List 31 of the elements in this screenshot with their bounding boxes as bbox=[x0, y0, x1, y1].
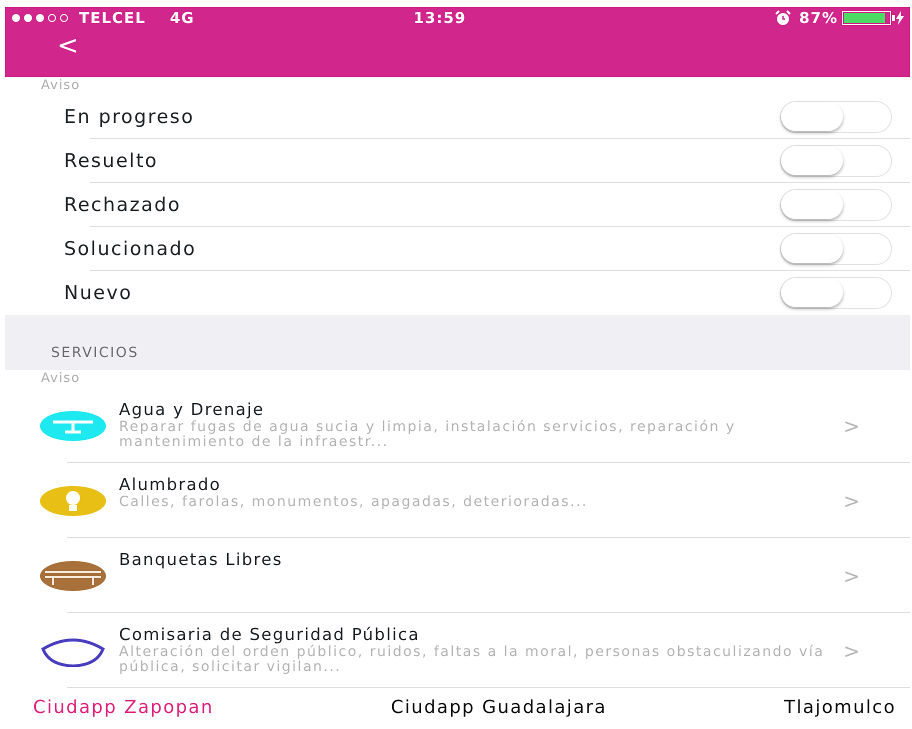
service-description: Alteración del orden público, ruidos, faltas a la moral, personas obstaculizando vía pública, solicitar vigilan... bbox=[119, 645, 826, 675]
section-header: SERVICIOS bbox=[51, 344, 139, 363]
back-button[interactable]: < bbox=[5, 29, 79, 59]
filter-label: Rechazado bbox=[64, 192, 182, 218]
toggle-switch[interactable] bbox=[780, 145, 892, 177]
battery-percent: 87% bbox=[799, 8, 838, 29]
section-caption: Aviso bbox=[40, 77, 82, 95]
service-title: Alumbrado bbox=[119, 475, 222, 495]
filter-label: Solucionado bbox=[64, 236, 198, 262]
carrier-name: TELCEL bbox=[79, 8, 146, 29]
filter-label: Nuevo bbox=[64, 280, 134, 306]
toggle-switch[interactable] bbox=[780, 277, 892, 309]
filter-label: En progreso bbox=[64, 104, 196, 130]
toggle-switch[interactable] bbox=[780, 101, 892, 133]
toggle-switch[interactable] bbox=[780, 189, 892, 221]
clock-time: 13:59 bbox=[413, 8, 468, 29]
filter-label: Resuelto bbox=[64, 148, 160, 174]
service-title: Agua y Drenaje bbox=[119, 400, 266, 420]
service-title: Banquetas Libres bbox=[119, 550, 284, 570]
tab[interactable]: Ciudapp Zapopan bbox=[33, 694, 214, 721]
battery-icon bbox=[842, 11, 896, 25]
tab[interactable]: Ciudapp Guadalajara bbox=[390, 694, 607, 721]
service-title: Comisaria de Seguridad Pública bbox=[119, 625, 421, 644]
service-description: Calles, farolas, monumentos, apagadas, deterioradas... bbox=[119, 495, 589, 510]
section-caption: Aviso bbox=[40, 370, 82, 388]
tab[interactable]: Tlajomulco bbox=[784, 694, 896, 721]
charging-bolt-icon bbox=[896, 11, 904, 25]
network-type: 4G bbox=[170, 8, 195, 29]
toggle-switch[interactable] bbox=[780, 233, 892, 265]
service-description: Reparar fugas de agua sucia y limpia, instalación servicios, reparación y mantenimiento de la infraestr... bbox=[119, 420, 737, 450]
alarm-clock-icon bbox=[775, 10, 792, 26]
